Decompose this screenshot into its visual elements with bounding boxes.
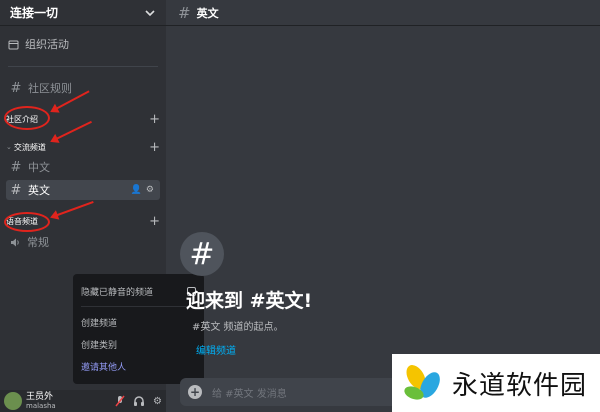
hash-icon: # <box>10 80 22 96</box>
gear-icon[interactable]: ⚙ <box>146 185 154 195</box>
user-info: 王员外 malasha <box>26 391 56 410</box>
hash-icon: # <box>10 182 22 198</box>
watermark-logo-icon <box>404 365 440 400</box>
category-label: 交流频道 <box>13 142 46 152</box>
headphones-icon[interactable] <box>133 395 145 407</box>
welcome-subtitle: #英文 频道的起点。 <box>192 322 284 333</box>
upload-plus-icon[interactable]: + <box>188 385 202 399</box>
hide-muted-item[interactable]: 隐藏已静音的频道 <box>81 280 196 302</box>
menu-item-label: 邀请其他人 <box>81 362 127 373</box>
user-tag: malasha <box>26 401 56 410</box>
voice-channel-general[interactable]: 常规 <box>6 232 160 252</box>
message-input[interactable]: 给 #英文 发消息 <box>212 385 287 400</box>
mic-muted-icon[interactable] <box>115 395 125 407</box>
user-panel: 王员外 malasha ⚙ <box>0 390 166 412</box>
speaker-icon <box>11 238 19 246</box>
server-header[interactable]: 连接一切 <box>0 0 166 26</box>
calendar-icon <box>8 40 19 49</box>
annotation-circle <box>4 212 50 232</box>
add-channel-icon[interactable]: + <box>149 141 160 154</box>
category-chat[interactable]: ⌄ 交流频道 + <box>6 140 160 154</box>
events-item[interactable]: 组织活动 <box>8 36 69 52</box>
watermark-text: 永道软件园 <box>452 370 588 401</box>
avatar[interactable] <box>4 392 22 410</box>
invite-people-item[interactable]: 邀请其他人 <box>81 355 196 377</box>
hash-icon: # <box>10 159 22 175</box>
events-label: 组织活动 <box>25 38 69 51</box>
add-channel-icon[interactable]: + <box>149 215 160 228</box>
create-category-item[interactable]: 创建类别 <box>81 333 196 355</box>
channel-title: 英文 <box>196 6 219 20</box>
chevron-down-icon <box>145 9 155 16</box>
channel-label: 常规 <box>27 236 49 249</box>
channel-label: 中文 <box>28 161 50 174</box>
invite-member-icon[interactable]: 👤 <box>131 185 142 195</box>
hash-icon: # <box>180 232 224 276</box>
annotation-circle <box>4 106 50 130</box>
caret-down-icon: ⌄ <box>6 143 12 151</box>
edit-channel-link[interactable]: 编辑频道 <box>196 342 236 357</box>
menu-item-label: 创建频道 <box>81 318 118 329</box>
menu-item-label: 创建类别 <box>81 340 118 351</box>
user-controls: ⚙ <box>115 395 162 407</box>
menu-item-label: 隐藏已静音的频道 <box>81 287 154 298</box>
add-channel-icon[interactable]: + <box>149 113 160 126</box>
channel-english[interactable]: # 英文 👤 ⚙ <box>6 180 160 200</box>
channel-label: 社区规则 <box>28 82 72 95</box>
watermark: 永道软件园 <box>392 354 600 412</box>
context-menu: 隐藏已静音的频道 创建频道 创建类别 邀请其他人 <box>73 274 204 384</box>
welcome-title: 迎来到 #英文! <box>186 290 313 312</box>
create-channel-item[interactable]: 创建频道 <box>81 311 196 333</box>
channel-tools: 👤 ⚙ <box>131 185 160 195</box>
channel-label: 英文 <box>28 184 50 197</box>
server-name: 连接一切 <box>10 6 59 20</box>
sidebar-divider <box>8 66 158 67</box>
channel-header: # 英文 <box>166 0 600 26</box>
username: 王员外 <box>26 391 54 402</box>
hash-icon: # <box>178 3 191 22</box>
channel-chinese[interactable]: # 中文 <box>6 157 160 177</box>
menu-separator <box>81 306 196 307</box>
gear-icon[interactable]: ⚙ <box>153 396 162 407</box>
